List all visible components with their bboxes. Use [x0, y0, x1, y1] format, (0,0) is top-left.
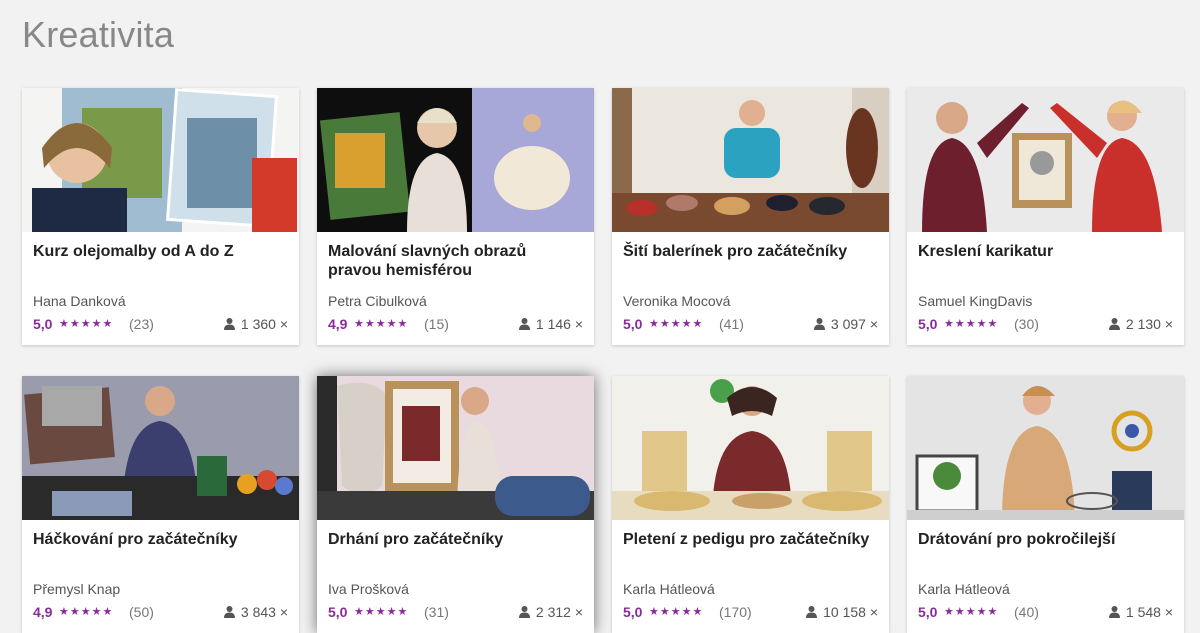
star-icon: ★★★★★	[944, 318, 999, 330]
student-count-label: 1 146 ×	[535, 316, 583, 332]
student-count: 1 548 ×	[1108, 604, 1173, 620]
review-count: (15)	[424, 316, 449, 332]
course-thumbnail[interactable]	[22, 88, 299, 232]
student-count-label: 1 548 ×	[1125, 604, 1173, 620]
rating-value: 5,0	[918, 604, 938, 620]
course-thumbnail[interactable]	[612, 88, 889, 232]
course-author: Petra Cibulková	[328, 293, 427, 309]
student-count-label: 2 130 ×	[1125, 316, 1173, 332]
student-count-label: 1 360 ×	[240, 316, 288, 332]
student-count: 1 146 ×	[518, 316, 583, 332]
course-author: Hana Danková	[33, 293, 126, 309]
star-icon: ★★★★★	[944, 606, 999, 618]
course-author: Iva Prošková	[328, 581, 409, 597]
course-author: Samuel KingDavis	[918, 293, 1033, 309]
course-thumbnail[interactable]	[317, 376, 594, 520]
rating-value: 4,9	[33, 604, 53, 620]
course-title[interactable]: Drhání pro začátečníky	[328, 530, 584, 549]
course-thumbnail[interactable]	[907, 88, 1184, 232]
review-count: (50)	[129, 604, 154, 620]
student-count-label: 3 097 ×	[830, 316, 878, 332]
person-icon	[518, 318, 530, 330]
course-meta: 5,0 ★★★★★ (40) 1 548 ×	[918, 604, 1173, 622]
course-thumbnail[interactable]	[612, 376, 889, 520]
student-count: 2 130 ×	[1108, 316, 1173, 332]
course-meta: 5,0 ★★★★★ (170) 10 158 ×	[623, 604, 878, 622]
course-thumbnail[interactable]	[907, 376, 1184, 520]
course-title[interactable]: Pletení z pedigu pro začátečníky	[623, 530, 879, 549]
student-count-label: 3 843 ×	[240, 604, 288, 620]
star-icon: ★★★★★	[649, 318, 704, 330]
course-card[interactable]: Šití balerínek pro začátečníky Veronika …	[612, 88, 889, 345]
course-meta: 5,0 ★★★★★ (31) 2 312 ×	[328, 604, 583, 622]
course-thumbnail[interactable]	[22, 376, 299, 520]
course-thumbnail[interactable]	[317, 88, 594, 232]
course-author: Karla Hátleová	[918, 581, 1010, 597]
student-count-label: 2 312 ×	[535, 604, 583, 620]
course-title[interactable]: Malování slavných obrazů pravou hemisfér…	[328, 242, 584, 280]
student-count: 3 843 ×	[223, 604, 288, 620]
student-count: 3 097 ×	[813, 316, 878, 332]
course-meta: 4,9 ★★★★★ (15) 1 146 ×	[328, 316, 583, 334]
person-icon	[518, 606, 530, 618]
course-title[interactable]: Drátování pro pokročilejší	[918, 530, 1174, 549]
rating-value: 4,9	[328, 316, 348, 332]
course-title[interactable]: Šití balerínek pro začátečníky	[623, 242, 879, 261]
course-title[interactable]: Kurz olejomalby od A do Z	[33, 242, 289, 261]
star-icon: ★★★★★	[354, 318, 409, 330]
course-card[interactable]: Drátování pro pokročilejší Karla Hátleov…	[907, 376, 1184, 633]
rating-value: 5,0	[623, 604, 643, 620]
review-count: (31)	[424, 604, 449, 620]
course-title[interactable]: Kreslení karikatur	[918, 242, 1174, 261]
person-icon	[1108, 606, 1120, 618]
review-count: (40)	[1014, 604, 1039, 620]
course-card[interactable]: Pletení z pedigu pro začátečníky Karla H…	[612, 376, 889, 633]
student-count-label: 10 158 ×	[823, 604, 878, 620]
star-icon: ★★★★★	[649, 606, 704, 618]
rating-value: 5,0	[918, 316, 938, 332]
student-count: 10 158 ×	[806, 604, 878, 620]
student-count: 1 360 ×	[223, 316, 288, 332]
course-meta: 5,0 ★★★★★ (23) 1 360 ×	[33, 316, 288, 334]
rating-value: 5,0	[33, 316, 53, 332]
course-meta: 4,9 ★★★★★ (50) 3 843 ×	[33, 604, 288, 622]
review-count: (41)	[719, 316, 744, 332]
person-icon	[1108, 318, 1120, 330]
star-icon: ★★★★★	[354, 606, 409, 618]
page-title: Kreativita	[22, 14, 175, 55]
course-card[interactable]: Kreslení karikatur Samuel KingDavis 5,0 …	[907, 88, 1184, 345]
course-card[interactable]: Malování slavných obrazů pravou hemisfér…	[317, 88, 594, 345]
person-icon	[813, 318, 825, 330]
course-meta: 5,0 ★★★★★ (30) 2 130 ×	[918, 316, 1173, 334]
course-card[interactable]: Háčkování pro začátečníky Přemysl Knap 4…	[22, 376, 299, 633]
star-icon: ★★★★★	[59, 606, 114, 618]
course-grid: Kurz olejomalby od A do Z Hana Danková 5…	[22, 88, 1184, 633]
course-author: Přemysl Knap	[33, 581, 121, 597]
rating-value: 5,0	[328, 604, 348, 620]
star-icon: ★★★★★	[59, 318, 114, 330]
student-count: 2 312 ×	[518, 604, 583, 620]
course-meta: 5,0 ★★★★★ (41) 3 097 ×	[623, 316, 878, 334]
review-count: (170)	[719, 604, 752, 620]
course-author: Karla Hátleová	[623, 581, 715, 597]
rating-value: 5,0	[623, 316, 643, 332]
course-author: Veronika Mocová	[623, 293, 731, 309]
course-title[interactable]: Háčkování pro začátečníky	[33, 530, 289, 549]
person-icon	[223, 606, 235, 618]
course-card[interactable]: Kurz olejomalby od A do Z Hana Danková 5…	[22, 88, 299, 345]
review-count: (30)	[1014, 316, 1039, 332]
course-card[interactable]: Drhání pro začátečníky Iva Prošková 5,0 …	[317, 376, 594, 633]
review-count: (23)	[129, 316, 154, 332]
person-icon	[806, 606, 818, 618]
person-icon	[223, 318, 235, 330]
